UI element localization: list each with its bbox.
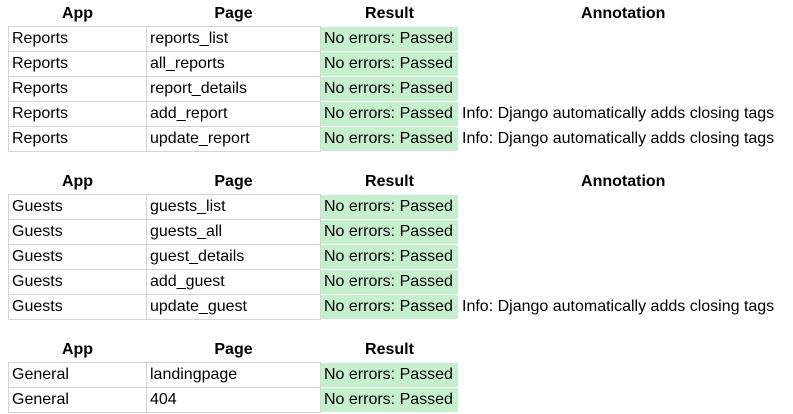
result-cell[interactable]: No errors: Passed xyxy=(320,219,459,245)
header-app: App xyxy=(61,341,94,358)
result-cell[interactable]: No errors: Passed xyxy=(320,362,459,388)
page-cell[interactable]: update_guest xyxy=(146,294,321,320)
result-cell[interactable]: No errors: Passed xyxy=(320,76,459,102)
app-cell[interactable]: Reports xyxy=(8,126,147,152)
annotation-cell[interactable] xyxy=(459,220,789,245)
header-row: App Page Result Annotation xyxy=(9,170,789,195)
app-cell[interactable]: Reports xyxy=(8,26,147,52)
page-cell[interactable]: guest_details xyxy=(146,244,321,270)
page-cell[interactable]: all_reports xyxy=(146,51,321,77)
table-row: Guests update_guest No errors: Passed In… xyxy=(8,294,789,320)
page-cell[interactable]: add_guest xyxy=(146,269,321,295)
app-cell[interactable]: Reports xyxy=(8,76,147,102)
app-cell[interactable]: Reports xyxy=(8,101,147,127)
result-cell[interactable]: No errors: Passed xyxy=(320,101,459,127)
header-row: App Page Result Annotation xyxy=(9,2,789,27)
app-cell[interactable]: General xyxy=(8,387,147,413)
table-row: Guests guests_all No errors: Passed xyxy=(8,219,789,245)
annotation-cell[interactable] xyxy=(459,270,789,295)
result-cell[interactable]: No errors: Passed xyxy=(320,194,459,220)
header-result: Result xyxy=(365,341,414,358)
result-cell[interactable]: No errors: Passed xyxy=(320,126,459,152)
annotation-cell[interactable] xyxy=(459,77,789,102)
header-annotation: Annotation xyxy=(581,173,666,191)
table-row: Reports report_details No errors: Passed xyxy=(8,76,789,102)
annotation-cell[interactable] xyxy=(459,195,789,220)
results-table-reports: App Page Result Annotation Reports repor… xyxy=(8,2,789,152)
app-cell[interactable]: Guests xyxy=(8,269,147,295)
header-result: Result xyxy=(365,5,414,22)
validation-table: App Page Result Annotation Guests guests… xyxy=(8,170,789,320)
results-table-general: App Page Result General landingpage No e… xyxy=(8,338,789,413)
page-cell[interactable]: update_report xyxy=(146,126,321,152)
table-row: General 404 No errors: Passed xyxy=(8,387,789,413)
app-cell[interactable]: Guests xyxy=(8,219,147,245)
results-table-guests: App Page Result Annotation Guests guests… xyxy=(8,170,789,320)
table-row: Guests add_guest No errors: Passed xyxy=(8,269,789,295)
page-cell[interactable]: reports_list xyxy=(146,26,321,52)
page-cell[interactable]: landingpage xyxy=(146,362,321,388)
annotation-cell[interactable] xyxy=(459,27,789,52)
annotation-cell[interactable]: Info: Django automatically adds closing … xyxy=(459,127,789,152)
table-row: Reports reports_list No errors: Passed xyxy=(8,26,789,52)
table-row: Guests guest_details No errors: Passed xyxy=(8,244,789,270)
page-cell[interactable]: report_details xyxy=(146,76,321,102)
validation-table: App Page Result General landingpage No e… xyxy=(8,338,789,413)
annotation-cell[interactable]: Info: Django automatically adds closing … xyxy=(459,295,789,320)
validation-table: App Page Result Annotation Reports repor… xyxy=(8,2,789,152)
result-cell[interactable]: No errors: Passed xyxy=(320,294,459,320)
header-page: Page xyxy=(214,341,253,358)
app-cell[interactable]: Reports xyxy=(8,51,147,77)
result-cell[interactable]: No errors: Passed xyxy=(320,244,459,270)
app-cell[interactable]: Guests xyxy=(8,294,147,320)
header-page: Page xyxy=(214,5,253,22)
annotation-cell[interactable]: Info: Django automatically adds closing … xyxy=(459,102,789,127)
table-row: Reports add_report No errors: Passed Inf… xyxy=(8,101,789,127)
header-result: Result xyxy=(365,173,414,190)
app-cell[interactable]: General xyxy=(8,362,147,388)
table-row: Reports all_reports No errors: Passed xyxy=(8,51,789,77)
header-app: App xyxy=(61,5,94,22)
header-annotation xyxy=(459,338,789,363)
table-row: General landingpage No errors: Passed xyxy=(8,362,789,388)
app-cell[interactable]: Guests xyxy=(8,244,147,270)
annotation-cell[interactable] xyxy=(459,52,789,77)
page-cell[interactable]: add_report xyxy=(146,101,321,127)
result-cell[interactable]: No errors: Passed xyxy=(320,26,459,52)
annotation-cell[interactable] xyxy=(459,245,789,270)
table-row: Guests guests_list No errors: Passed xyxy=(8,194,789,220)
page-cell[interactable]: guests_list xyxy=(146,194,321,220)
result-cell[interactable]: No errors: Passed xyxy=(320,269,459,295)
header-app: App xyxy=(61,173,94,190)
annotation-cell[interactable] xyxy=(459,388,789,413)
header-row: App Page Result xyxy=(9,338,789,363)
header-annotation: Annotation xyxy=(581,5,666,23)
page-cell[interactable]: 404 xyxy=(146,387,321,413)
annotation-cell[interactable] xyxy=(459,363,789,388)
page-cell[interactable]: guests_all xyxy=(146,219,321,245)
app-cell[interactable]: Guests xyxy=(8,194,147,220)
result-cell[interactable]: No errors: Passed xyxy=(320,387,459,413)
table-row: Reports update_report No errors: Passed … xyxy=(8,126,789,152)
header-page: Page xyxy=(214,173,253,190)
result-cell[interactable]: No errors: Passed xyxy=(320,51,459,77)
